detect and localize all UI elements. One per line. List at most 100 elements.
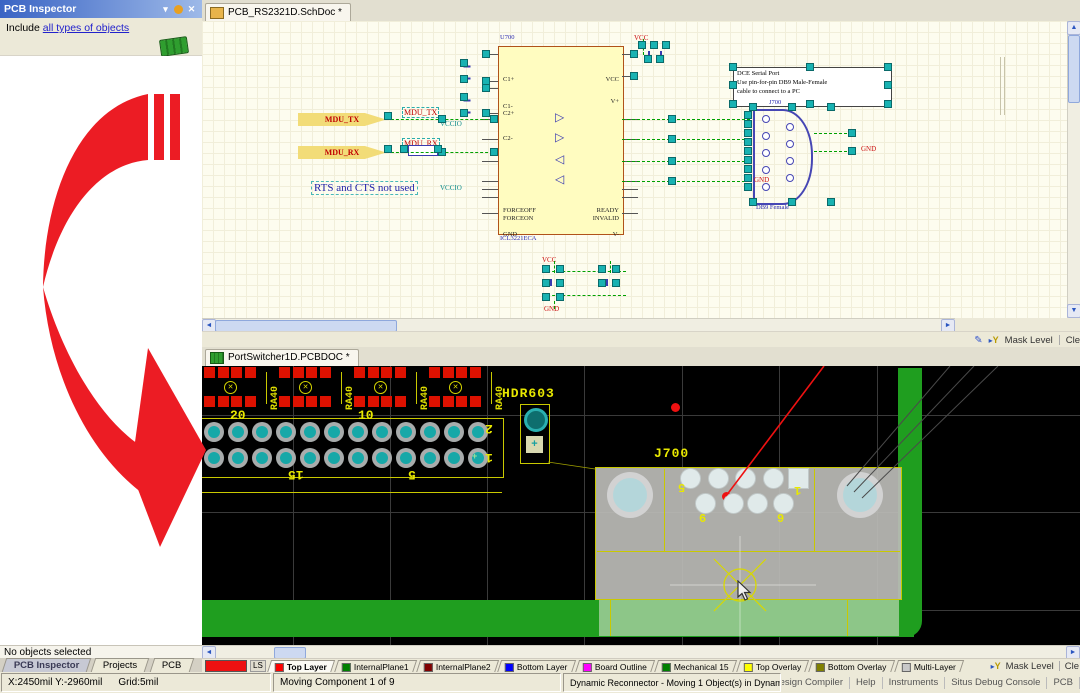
smd-pad [443,396,454,407]
port-mdu-rx[interactable]: MDU_RX [298,146,386,159]
selection-handle [644,55,652,63]
selection-handle [788,103,796,111]
selection-handle [542,265,550,273]
mask-level-button[interactable]: Mask Level [1006,661,1054,672]
pcb-hscrollbar[interactable]: ◄ ► [202,645,1080,659]
panel-close-icon[interactable]: ✕ [185,3,198,16]
ic-pin-stub [482,161,498,162]
selection-handle [490,148,498,156]
panel-pin-icon[interactable] [174,5,183,14]
silk-line [341,372,342,404]
header-pin-number: 5 [408,467,416,482]
pcb-doc-icon [210,352,224,364]
panel-menu-icon[interactable]: ▾ [159,3,172,16]
tab-schematic-doc[interactable]: PCB_RS2321D.SchDoc * [205,3,351,21]
scroll-down-icon[interactable]: ▼ [1067,304,1080,318]
wire [554,261,555,273]
schematic-tab-label: PCB_RS2321D.SchDoc * [228,4,342,21]
vscroll-thumb[interactable] [1068,35,1080,103]
status-mode: Dynamic Reconnector - Moving 1 Object(s)… [563,673,781,692]
selection-handle [482,84,490,92]
gnd-power-port-3[interactable]: GND [861,145,876,153]
selection-handle [490,115,498,123]
smd-pad [293,367,304,378]
ic-designator: U700 [500,34,514,41]
through-hole-pad [204,448,224,468]
wire [622,161,750,162]
selection-handle [744,156,752,164]
panel-titlebar[interactable]: PCB Inspector ▾ ✕ [0,0,202,18]
ic-pin-label-C1+: C1+ [503,76,514,83]
filter-funnel-icon[interactable]: ▸Y [989,335,999,345]
through-hole-pad [324,422,344,442]
layer-set-button[interactable]: LS [250,660,266,672]
rts-cts-annotation[interactable]: RTS and CTS not used [311,181,418,195]
selection-handle [598,265,606,273]
db9-connector-symbol[interactable] [753,109,813,205]
layer-tab-top-layer[interactable]: Top Layer [267,660,335,673]
smd-pad [429,367,440,378]
layer-tab-bottom-overlay[interactable]: Bottom Overlay [808,660,895,673]
panel-button-pcb[interactable]: PCB [1047,677,1079,688]
include-filter-link[interactable]: all types of objects [43,22,129,34]
panel-button-design-compiler[interactable]: Design Compiler [782,677,849,688]
selection-handle [556,265,564,273]
schematic-canvas[interactable]: C1+C1-C2+C2-FORCEOFFFORCEONGNDVCCV+READY… [202,21,1068,318]
layer-tab-mechanical-15[interactable]: Mechanical 15 [654,660,737,673]
layer-tab-internalplane1[interactable]: InternalPlane1 [334,660,417,673]
net-label-mdu-tx[interactable]: MDU_TX [402,107,439,118]
smd-pad [381,396,392,407]
panel-tab-pcb[interactable]: PCB [150,658,194,672]
gnd-power-port[interactable]: GND [544,305,559,313]
selection-handle [744,129,752,137]
layer-tabs: Top LayerInternalPlane1InternalPlane2Bot… [266,660,962,673]
inspector-body [0,56,202,645]
edit-pencil-icon[interactable]: ✎ [974,335,982,346]
ic-pin-label-FORCEON: FORCEON [503,215,533,222]
schematic-hscrollbar[interactable]: ◄ ► [202,318,955,332]
layer-tab-board-outline[interactable]: Board Outline [575,660,655,673]
panel-button-help[interactable]: Help [850,677,882,688]
smd-pad [320,396,331,407]
clear-button[interactable]: Cle [1066,335,1080,346]
through-hole-pad [276,422,296,442]
scroll-up-icon[interactable]: ▲ [1067,21,1080,35]
filter-funnel-icon[interactable]: ▸Y [991,661,1001,671]
panel-access-buttons: SystemDesign CompilerHelpInstrumentsSitu… [782,672,1080,693]
vccio-power-port-2[interactable]: VCCIO [440,184,462,192]
silk-line [847,600,848,636]
j700-pin-number: 1 [794,483,801,497]
layer-tab-bottom-layer[interactable]: Bottom Layer [497,660,576,673]
selection-handle [788,198,796,206]
panel-button-instruments[interactable]: Instruments [883,677,945,688]
pcb-canvas[interactable]: + HDR603 J700 ✕RA40✕RA40✕RA40✕RA40+20102… [202,366,1080,645]
mask-level-button[interactable]: Mask Level [1005,335,1053,346]
panel-tab-projects[interactable]: Projects [91,658,150,672]
clear-button[interactable]: Cle [1065,661,1079,672]
smd-pad [354,396,365,407]
layer-tab-multi-layer[interactable]: Multi-Layer [894,660,964,673]
active-layer-swatch[interactable] [205,660,247,672]
layer-tab-internalplane2[interactable]: InternalPlane2 [416,660,499,673]
selection-handle [400,145,408,153]
ic-pin-label-FORCEOFF: FORCEOFF [503,207,536,214]
smd-pad [204,367,215,378]
selection-handle [542,279,550,287]
j700-pin [747,493,768,514]
selection-handle [668,177,676,185]
db9-pin [762,115,770,123]
j700-pin-number: 6 [699,512,706,526]
db9-name: DB9 Female [756,204,789,211]
wire [814,151,852,152]
layer-color-swatch [662,662,671,671]
panel-button-situs-debug-console[interactable]: Situs Debug Console [945,677,1046,688]
layer-tab-top-overlay[interactable]: Top Overlay [736,660,810,673]
port-mdu-tx[interactable]: MDU_TX [298,113,386,126]
ic-rs232-transceiver[interactable]: C1+C1-C2+C2-FORCEOFFFORCEONGNDVCCV+READY… [498,46,624,235]
panel-tab-pcb-inspector[interactable]: PCB Inspector [2,658,92,672]
inspector-status: No objects selected [0,645,202,658]
layer-color-swatch [744,662,753,671]
tab-pcb-doc[interactable]: PortSwitcher1D.PCBDOC * [205,349,359,366]
schematic-vscrollbar[interactable]: ▲ ▼ [1067,21,1080,318]
selection-handle [460,75,468,83]
